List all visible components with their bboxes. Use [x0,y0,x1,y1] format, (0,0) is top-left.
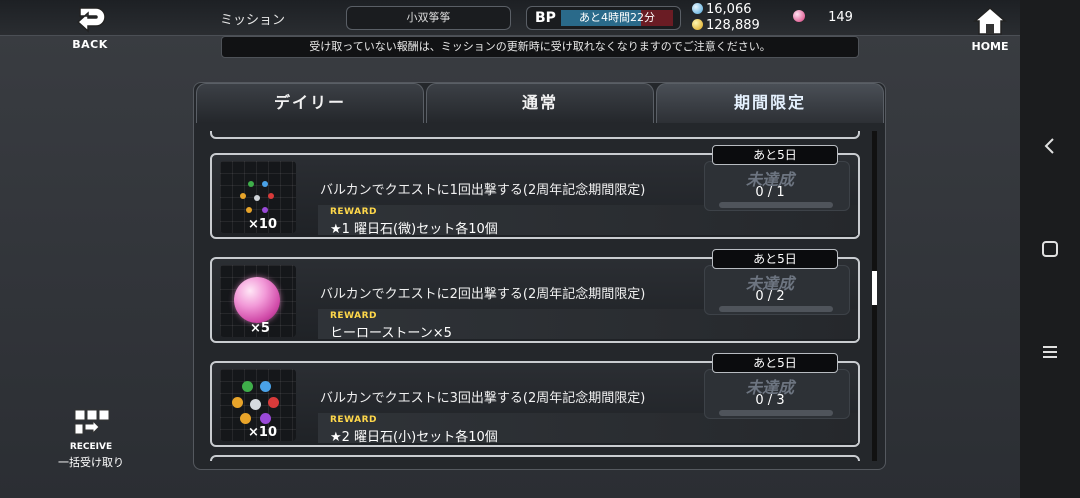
reward-label: REWARD [330,415,377,425]
bp-gauge: BP あと4時間22分 [526,6,681,30]
system-nav-bar [1020,0,1080,498]
receive-sublabel: 一括受け取り [58,456,124,469]
reward-quantity: ×10 [248,217,277,232]
currency-blue: 16,066 [692,2,752,17]
progress-text: 0 / 2 [755,289,785,304]
mission-status: 未達成 0 / 2 [704,265,850,315]
recents-menu-icon[interactable] [1038,340,1062,364]
gem-icon [793,10,805,22]
gold-coin-icon [692,19,703,30]
back-label: BACK [72,38,108,51]
reward-quantity: ×10 [248,425,277,440]
home-icon [972,7,1008,35]
mission-panel: デイリー 通常 期間限定 ×10 バルカンでクエストに1回出撃する(2周年記念期… [193,82,886,470]
bp-timer: あと4時間22分 [579,11,655,24]
mission-card[interactable]: ×10 バルカンでクエストに1回出撃する(2周年記念期間限定) REWARD ★… [210,145,860,239]
game-screen: BACK ミッション 小双筝筝 BP あと4時間22分 16,066 128,8… [0,0,1080,498]
tab-normal[interactable]: 通常 [426,83,654,123]
progress-text: 0 / 3 [755,393,785,408]
mission-card[interactable]: ×5 バルカンでクエストに2回出撃する(2周年記念期間限定) REWARD ヒー… [210,249,860,343]
tab-limited[interactable]: 期間限定 [656,83,884,123]
deadline-badge: あと5日 [712,353,838,373]
gem-count: 149 [828,10,853,25]
scrollbar-thumb[interactable] [872,271,877,305]
progress-bar [719,410,833,416]
mission-card-partial-bottom [210,455,860,461]
mission-list[interactable]: ×10 バルカンでクエストに1回出撃する(2周年記念期間限定) REWARD ★… [208,131,863,461]
reward-text: ★2 曜日石(小)セット各10個 [330,430,498,445]
receive-label: RECEIVE [69,442,113,452]
currency-blue-value: 16,066 [706,2,752,17]
receive-boxes-icon [74,409,110,435]
notice-banner: 受け取っていない報酬は、ミッションの更新時に受け取れなくなりますのでご注意くださ… [221,36,859,58]
currency-gold-value: 128,889 [706,18,760,33]
player-name: 小双筝筝 [346,6,511,30]
weekday-stones-small-icon: ×10 [220,161,296,233]
progress-bar [719,306,833,312]
currency-gold: 128,889 [692,18,760,33]
mission-status: 未達成 0 / 3 [704,369,850,419]
home-button[interactable]: HOME [962,6,1018,54]
reward-label: REWARD [330,311,377,321]
mission-title: バルカンでクエストに3回出撃する(2周年記念期間限定) [320,391,646,406]
bp-label: BP [535,10,556,26]
home-square-icon[interactable] [1038,237,1062,261]
mission-card[interactable]: ×10 バルカンでクエストに3回出撃する(2周年記念期間限定) REWARD ★… [210,353,860,447]
blue-coin-icon [692,3,703,14]
reward-label: REWARD [330,207,377,217]
weekday-stones-icon: ×10 [220,369,296,441]
reward-quantity: ×5 [250,321,270,336]
back-triangle-icon[interactable] [1038,134,1062,158]
mission-status: 未達成 0 / 1 [704,161,850,211]
progress-text: 0 / 1 [755,185,785,200]
reward-text: ★1 曜日石(微)セット各10個 [330,222,498,237]
back-button[interactable]: BACK [60,4,120,54]
tab-daily[interactable]: デイリー [196,83,424,123]
mission-title: バルカンでクエストに2回出撃する(2周年記念期間限定) [320,287,646,302]
deadline-badge: あと5日 [712,145,838,165]
hero-stone-icon: ×5 [220,265,296,337]
receive-all-button[interactable]: RECEIVE 一括受け取り [58,408,124,472]
home-label: HOME [971,40,1009,53]
back-arrow-icon [76,7,106,33]
mission-title: バルカンでクエストに1回出撃する(2周年記念期間限定) [320,183,646,198]
gem-counter: 149 [793,10,853,25]
reward-text: ヒーローストーン×5 [330,326,452,341]
screen-title: ミッション [220,13,286,28]
progress-bar [719,202,833,208]
deadline-badge: あと5日 [712,249,838,269]
mission-card-partial-top [210,131,860,139]
